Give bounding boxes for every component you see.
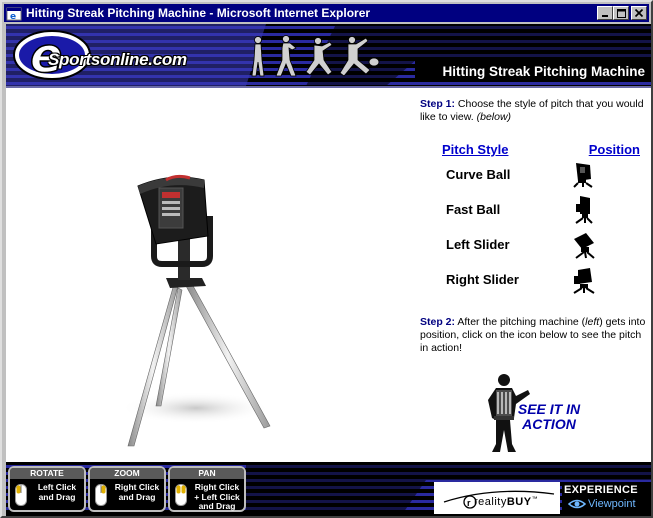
minimize-button[interactable]: [597, 6, 613, 20]
reality-text: reality: [474, 496, 507, 508]
pitch-name[interactable]: Right Slider: [446, 272, 519, 287]
control-title: ROTATE: [10, 468, 84, 479]
pitch-row-curve-ball[interactable]: Curve Ball: [442, 157, 642, 192]
pitch-style-table: Pitch Style Position Curve Ball Fast Bal…: [442, 142, 642, 297]
control-line: and Drag: [38, 491, 76, 502]
svg-text:e: e: [10, 12, 16, 21]
internet-explorer-icon: e: [6, 6, 22, 22]
pitch-table-header: Pitch Style Position: [442, 142, 642, 157]
window-title: Hitting Streak Pitching Machine - Micros…: [26, 6, 371, 20]
pitch-name[interactable]: Left Slider: [446, 237, 510, 252]
page-title: Hitting Streak Pitching Machine: [415, 60, 651, 82]
mouse-both-click-icon: [175, 484, 187, 506]
step-2-left: left: [585, 316, 600, 328]
reality-buy-text: realityBUY™: [474, 496, 538, 508]
reality-buy-logo[interactable]: r realityBUY™: [434, 482, 560, 514]
controls-bar: ROTATE Left Click and Drag ZOOM Right Cli…: [6, 462, 651, 516]
pan-control[interactable]: PAN Right Click + Left Click and Drag: [168, 466, 246, 512]
experience-text: EXPERIENCE: [564, 484, 638, 496]
control-line: Right Click: [194, 482, 240, 492]
mouse-right-click-icon: [95, 484, 107, 506]
control-title: PAN: [170, 468, 244, 479]
buy-text: BUY: [506, 496, 532, 508]
rotate-control[interactable]: ROTATE Left Click and Drag: [8, 466, 86, 512]
control-title: ZOOM: [90, 468, 164, 479]
close-icon: [635, 9, 643, 17]
pitch-row-left-slider[interactable]: Left Slider: [442, 227, 642, 262]
step-2-label: Step 2:: [420, 316, 456, 328]
see-it-in-action-button[interactable]: SEE IT IN ACTION: [484, 370, 594, 456]
maximize-icon: [616, 8, 626, 18]
trademark-text: ™: [531, 496, 539, 503]
instructions-panel: Step 1: Choose the style of pitch that y…: [420, 98, 648, 294]
pitch-name[interactable]: Curve Ball: [446, 167, 510, 182]
step-1-label: Step 1:: [420, 98, 456, 110]
viewpoint-text: Viewpoint: [588, 498, 636, 510]
action-text[interactable]: ACTION: [522, 416, 576, 432]
control-description: Right Click and Drag: [110, 482, 164, 502]
step-1-hint: (below): [476, 111, 512, 123]
step-2-text: Step 2: After the pitching machine (left…: [420, 316, 646, 355]
pitch-row-fast-ball[interactable]: Fast Ball: [442, 192, 642, 227]
header-banner: e Sportsonline.com Hitting Streak Pitchi…: [6, 24, 651, 86]
athlete-silhouettes-icon: [251, 35, 380, 77]
pitching-machine-model-icon[interactable]: [6, 88, 416, 462]
zoom-control[interactable]: ZOOM Right Click and Drag: [88, 466, 166, 512]
viewpoint-eye-icon: [568, 499, 586, 509]
left-slider-position-icon[interactable]: [570, 229, 596, 259]
curve-ball-position-icon[interactable]: [570, 159, 596, 189]
right-slider-position-icon[interactable]: [570, 264, 596, 294]
control-line: Right Click: [114, 482, 160, 492]
svg-text:r: r: [467, 498, 471, 508]
control-description: Left Click and Drag: [30, 482, 84, 502]
pitch-name[interactable]: Fast Ball: [446, 202, 500, 217]
see-it-in-text[interactable]: SEE IT IN: [518, 401, 580, 417]
minimize-icon: [602, 15, 608, 17]
step-1-text: Step 1: Choose the style of pitch that y…: [420, 98, 648, 124]
control-line: + Left Click: [194, 491, 240, 502]
control-line: Left Click: [37, 482, 77, 492]
control-description: Right Click + Left Click and Drag: [190, 482, 244, 512]
browser-window: e Hitting Streak Pitching Machine - Micr…: [0, 0, 653, 518]
see-it-in-action-label[interactable]: SEE IT IN ACTION: [510, 402, 588, 432]
control-line: and Drag: [198, 501, 236, 511]
experience-viewpoint-logo[interactable]: EXPERIENCE Viewpoint: [562, 482, 651, 514]
pitch-style-header-link[interactable]: Pitch Style: [442, 142, 508, 157]
position-header-link[interactable]: Position: [589, 142, 640, 157]
logo-text: Sportsonline.com: [48, 50, 187, 69]
page-content: e Sportsonline.com Hitting Streak Pitchi…: [6, 24, 651, 516]
mouse-left-click-icon: [15, 484, 27, 506]
3d-viewer[interactable]: [6, 88, 416, 462]
pitch-row-right-slider[interactable]: Right Slider: [442, 262, 642, 297]
fast-ball-position-icon[interactable]: [570, 194, 596, 224]
close-button[interactable]: [631, 6, 647, 20]
title-bar[interactable]: e Hitting Streak Pitching Machine - Micr…: [4, 4, 649, 22]
step-2-description-a: After the pitching machine (: [455, 316, 586, 328]
maximize-button[interactable]: [613, 6, 629, 20]
control-line: and Drag: [118, 491, 156, 502]
